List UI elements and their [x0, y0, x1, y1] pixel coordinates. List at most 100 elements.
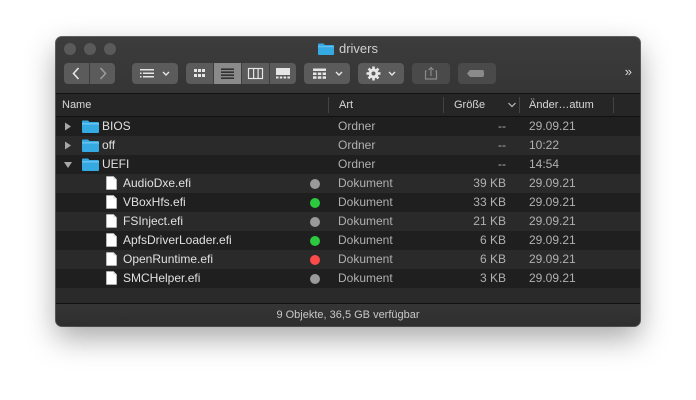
item-kind: Ordner	[338, 119, 376, 133]
document-icon	[106, 271, 117, 285]
group-menu-button[interactable]	[304, 63, 350, 84]
icon-view-icon	[194, 69, 205, 77]
disclosure-closed-icon[interactable]	[63, 117, 73, 136]
forward-button[interactable]	[90, 63, 115, 84]
status-bar: 9 Objekte, 36,5 GB verfügbar	[56, 303, 640, 326]
column-size-header[interactable]: Größe	[454, 94, 485, 116]
item-kind: Dokument	[338, 233, 393, 247]
document-icon	[106, 214, 117, 228]
column-date-header[interactable]: Änder…atum	[529, 94, 594, 116]
item-size: 33 KB	[473, 195, 506, 209]
column-view-button[interactable]	[242, 63, 269, 84]
item-date: 29.09.21	[529, 271, 576, 285]
share-icon	[424, 66, 438, 80]
list-item-folder[interactable]: off Ordner -- 10:22	[56, 136, 640, 155]
list-item-file[interactable]: FSInject.efi Dokument 21 KB 29.09.21	[56, 212, 640, 231]
document-icon	[106, 233, 117, 247]
item-size: 6 KB	[479, 233, 506, 247]
status-text: 9 Objekte, 36,5 GB verfügbar	[276, 309, 420, 321]
item-name: FSInject.efi	[123, 214, 184, 228]
tags-button[interactable]	[458, 63, 496, 84]
gear-icon	[366, 66, 396, 81]
item-name: ApfsDriverLoader.efi	[123, 233, 232, 247]
item-date: 29.09.21	[529, 119, 576, 133]
chevron-left-icon	[72, 67, 80, 80]
action-menu-button[interactable]	[358, 63, 404, 84]
item-name: UEFI	[102, 157, 130, 171]
item-size: 3 KB	[479, 271, 506, 285]
item-size: 21 KB	[473, 214, 506, 228]
color-tag-dot	[310, 255, 320, 265]
window-title-text: drivers	[338, 41, 378, 56]
list-item-file[interactable]: VBoxHfs.efi Dokument 33 KB 29.09.21	[56, 193, 640, 212]
item-size: --	[498, 138, 506, 152]
title-bar: drivers »	[56, 37, 640, 94]
color-tag-dot	[310, 198, 320, 208]
back-button[interactable]	[64, 63, 89, 84]
item-name: AudioDxe.efi	[123, 176, 192, 190]
disclosure-closed-icon[interactable]	[63, 136, 73, 155]
item-date: 29.09.21	[529, 195, 576, 209]
color-tag-dot	[310, 236, 320, 246]
toolbar-overflow-button[interactable]: »	[625, 64, 632, 79]
item-name: SMCHelper.efi	[123, 271, 201, 285]
item-kind: Ordner	[338, 138, 376, 152]
item-size: --	[498, 119, 506, 133]
list-view-icon	[221, 68, 234, 79]
list-view-button[interactable]	[214, 63, 241, 84]
list-item-file[interactable]: AudioDxe.efi Dokument 39 KB 29.09.21	[56, 174, 640, 193]
item-name: BIOS	[102, 119, 131, 133]
item-date: 29.09.21	[529, 252, 576, 266]
arrange-icon	[140, 69, 170, 78]
navigation-group	[64, 63, 115, 84]
group-view-icon	[313, 68, 343, 79]
list-item-file[interactable]: OpenRuntime.efi Dokument 6 KB 29.09.21	[56, 250, 640, 269]
item-date: 29.09.21	[529, 214, 576, 228]
item-date: 14:54	[529, 157, 560, 171]
icon-view-button[interactable]	[186, 63, 213, 84]
item-name: VBoxHfs.efi	[123, 195, 186, 209]
item-kind: Dokument	[338, 176, 393, 190]
list-item-folder[interactable]: BIOS Ordner -- 29.09.21	[56, 117, 640, 136]
item-kind: Dokument	[338, 271, 393, 285]
folder-icon	[317, 42, 334, 60]
item-name: OpenRuntime.efi	[123, 252, 214, 266]
column-kind-header[interactable]: Art	[339, 94, 353, 116]
color-tag-dot	[310, 274, 320, 284]
disclosure-open-icon[interactable]	[63, 155, 73, 174]
item-size: 6 KB	[479, 252, 506, 266]
column-name-header[interactable]: Name	[62, 94, 91, 116]
item-size: --	[498, 157, 506, 171]
list-item-file[interactable]: ApfsDriverLoader.efi Dokument 6 KB 29.09.21	[56, 231, 640, 250]
document-icon	[106, 176, 117, 190]
item-date: 10:22	[529, 138, 560, 152]
item-kind: Dokument	[338, 195, 393, 209]
color-tag-dot	[310, 179, 320, 189]
item-name: off	[102, 138, 116, 152]
column-view-icon	[247, 67, 264, 80]
gallery-view-icon	[276, 68, 290, 79]
list-item-file[interactable]: SMCHelper.efi Dokument 3 KB 29.09.21	[56, 269, 640, 288]
view-mode-group	[186, 63, 296, 84]
gallery-view-button[interactable]	[270, 63, 296, 84]
document-icon	[106, 195, 117, 209]
folder-icon	[82, 120, 99, 133]
folder-icon	[82, 139, 99, 152]
column-header: Name Art Größe Änder…atum	[56, 94, 640, 117]
arrange-menu-button[interactable]	[132, 63, 178, 84]
item-date: 29.09.21	[529, 233, 576, 247]
window-title: drivers	[56, 40, 640, 60]
list-item-folder[interactable]: UEFI Ordner -- 14:54	[56, 155, 640, 174]
item-date: 29.09.21	[529, 176, 576, 190]
tag-icon	[467, 70, 484, 77]
folder-icon	[82, 158, 99, 171]
share-button[interactable]	[412, 63, 450, 84]
color-tag-dot	[310, 217, 320, 227]
document-icon	[106, 252, 117, 266]
item-kind: Ordner	[338, 157, 376, 171]
chevron-right-icon	[99, 67, 107, 80]
item-size: 39 KB	[473, 176, 506, 190]
item-kind: Dokument	[338, 214, 393, 228]
finder-window: drivers » Name Art Größe Änder…atum BIOS…	[56, 37, 640, 326]
sort-chevron-icon	[507, 94, 517, 116]
